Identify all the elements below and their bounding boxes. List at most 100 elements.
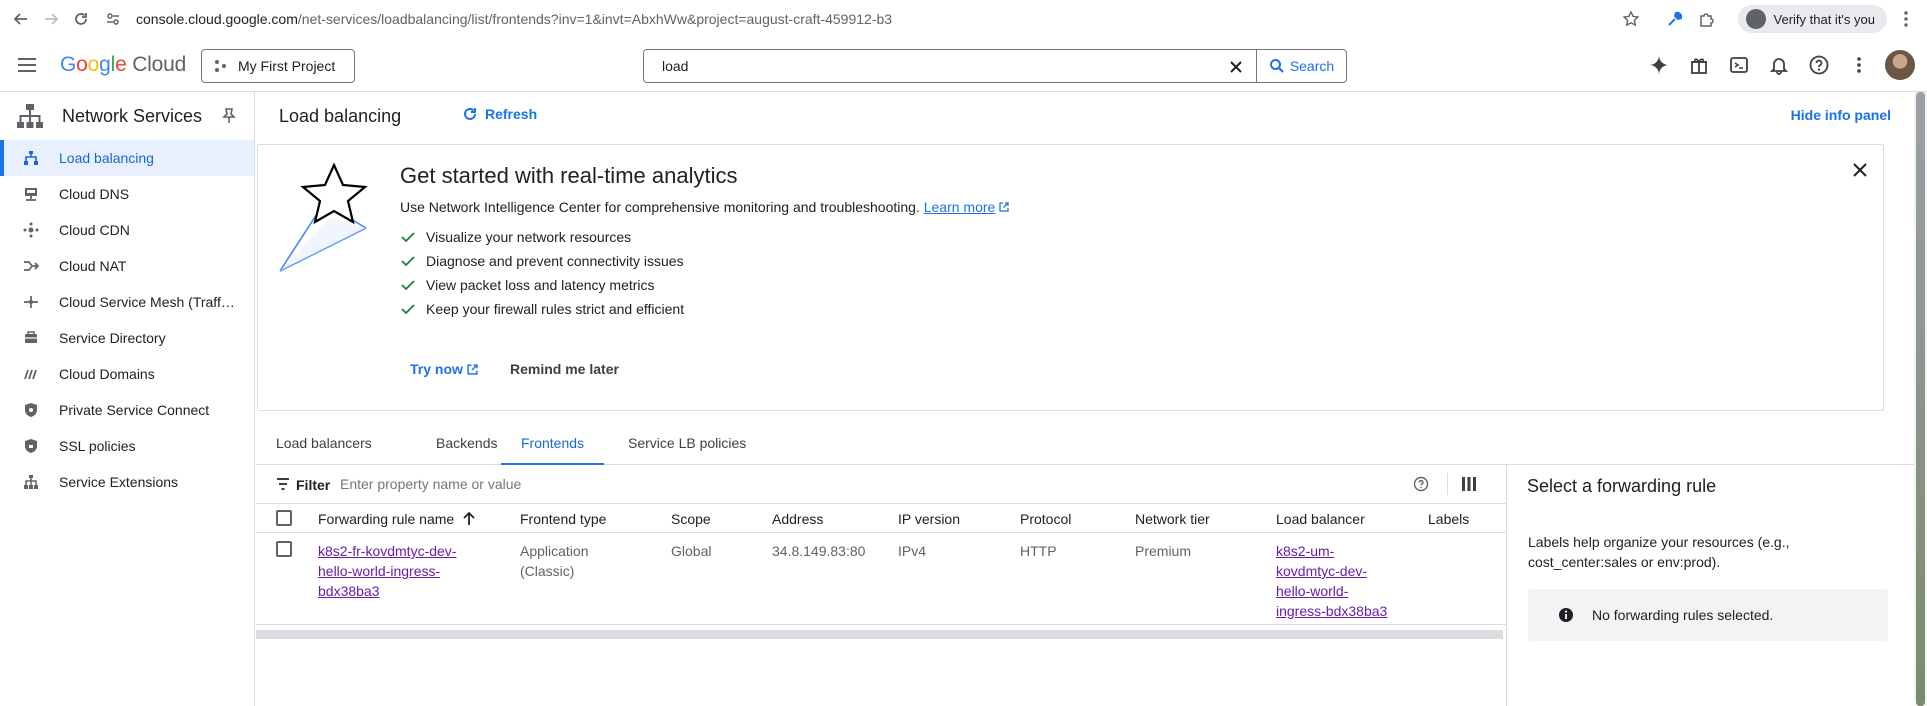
column-display-icon[interactable]: [1462, 476, 1476, 492]
more-vert-icon[interactable]: [1839, 45, 1879, 85]
gemini-sparkle-icon[interactable]: [1639, 45, 1679, 85]
column-header-scope[interactable]: Scope: [671, 511, 711, 527]
column-header-protocol[interactable]: Protocol: [1020, 511, 1071, 527]
load-balancer-link[interactable]: k8s2-um-kovdmtyc-dev-hello-world-ingress…: [1276, 543, 1387, 619]
sidebar-header: Network Services: [0, 92, 254, 140]
tab-load-balancers[interactable]: Load balancers: [256, 422, 392, 465]
hide-info-panel-button[interactable]: Hide info panel: [1791, 107, 1891, 123]
horizontal-scrollbar[interactable]: [256, 630, 1503, 639]
profile-avatar-icon: [1745, 9, 1766, 29]
sidebar-item-cloud-nat[interactable]: Cloud NAT: [0, 248, 254, 284]
profile-verify-chip[interactable]: Verify that it's you: [1737, 5, 1887, 33]
link-line: ingress-bdx38ba3: [1276, 603, 1388, 619]
sidebar-item-service-directory[interactable]: Service Directory: [0, 320, 254, 356]
bookmark-star-icon[interactable]: [1618, 6, 1644, 32]
sidebar-item-service-extensions[interactable]: Service Extensions: [0, 464, 254, 500]
search-button[interactable]: Search: [1256, 49, 1347, 83]
sidebar-item-cloud-dns[interactable]: Cloud DNS: [0, 176, 254, 212]
clear-search-icon[interactable]: [1226, 57, 1246, 77]
filter-input[interactable]: [340, 476, 740, 492]
sidebar: Network Services Load balancing Cloud DN…: [0, 92, 255, 706]
learn-more-link[interactable]: Learn more: [924, 199, 996, 215]
network-services-icon: [17, 104, 43, 128]
sidebar-item-ssl-policies[interactable]: SSL policies: [0, 428, 254, 464]
directory-icon: [25, 331, 37, 343]
browser-toolbar: console.cloud.google.com/net-services/lo…: [0, 0, 1927, 38]
sidebar-item-cloud-cdn[interactable]: Cloud CDN: [0, 212, 254, 248]
back-icon[interactable]: [8, 6, 34, 32]
sidebar-item-cloud-domains[interactable]: Cloud Domains: [0, 356, 254, 392]
empty-selection-notice: No forwarding rules selected.: [1528, 589, 1888, 641]
learn-more-label: Learn more: [923, 199, 996, 215]
google-cloud-logo[interactable]: Google Cloud: [60, 53, 186, 77]
search-input[interactable]: [662, 58, 1182, 74]
column-header-address[interactable]: Address: [772, 511, 823, 527]
info-panel-title: Select a forwarding rule: [1527, 476, 1717, 496]
extension-tool-icon[interactable]: [1662, 6, 1688, 32]
tab-service-lb-policies[interactable]: Service LB policies: [608, 422, 766, 465]
gift-icon[interactable]: [1679, 45, 1719, 85]
checklist-item-text: Diagnose and prevent connectivity issues: [426, 253, 684, 269]
sidebar-item-cloud-service-mesh[interactable]: Cloud Service Mesh (Traff…: [0, 284, 254, 320]
forwarding-rule-link[interactable]: k8s2-fr-kovdmtyc-dev-hello-world-ingress…: [318, 543, 456, 599]
sidebar-item-label: Cloud DNS: [59, 186, 130, 202]
menu-icon[interactable]: [14, 52, 40, 78]
site-info-icon[interactable]: [100, 6, 126, 32]
forwarding-rules-table: Forwarding rule name Frontend type Scope…: [256, 504, 1506, 625]
extensions-icon: [24, 475, 38, 489]
project-selector-button[interactable]: My First Project: [201, 49, 355, 83]
console-header: Google Cloud My First Project Search: [0, 38, 1927, 92]
column-header-network-tier[interactable]: Network tier: [1135, 511, 1210, 527]
filter-icon: [277, 478, 289, 490]
scrollbar-thumb[interactable]: [1916, 92, 1925, 706]
notifications-bell-icon[interactable]: [1759, 45, 1799, 85]
cloud-shell-icon[interactable]: [1719, 45, 1759, 85]
remind-me-later-button[interactable]: Remind me later: [510, 361, 619, 377]
external-link-icon: [467, 363, 478, 375]
divider: [1447, 473, 1448, 495]
private-connect-icon: [25, 403, 37, 417]
link-line: hello-world-ingress-: [318, 563, 441, 579]
tab-frontends[interactable]: Frontends: [501, 422, 605, 465]
help-icon[interactable]: [1799, 45, 1839, 85]
pin-icon[interactable]: [220, 107, 238, 125]
close-icon[interactable]: [1851, 161, 1869, 179]
column-header-forwarding-rule-name[interactable]: Forwarding rule name: [318, 511, 476, 527]
reload-icon[interactable]: [68, 6, 94, 32]
column-header-label: Forwarding rule name: [318, 511, 455, 527]
cell-line: Application: [520, 543, 589, 559]
check-icon: [401, 304, 415, 315]
try-now-button[interactable]: Try now: [410, 361, 478, 377]
sidebar-item-label: Service Directory: [59, 330, 166, 346]
extensions-puzzle-icon[interactable]: [1694, 6, 1720, 32]
sidebar-item-private-service-connect[interactable]: Private Service Connect: [0, 392, 254, 428]
checklist-item: View packet loss and latency metrics: [400, 273, 684, 297]
info-icon: [1559, 608, 1573, 622]
column-header-frontend-type[interactable]: Frontend type: [520, 511, 606, 527]
dns-icon: [25, 188, 37, 201]
page-scrollbar[interactable]: [1914, 92, 1927, 706]
sidebar-item-label: Cloud NAT: [59, 258, 127, 274]
account-avatar[interactable]: [1885, 50, 1915, 80]
column-header-ip-version[interactable]: IP version: [898, 511, 960, 527]
sidebar-item-label: Cloud Service Mesh (Traff…: [59, 294, 235, 310]
checklist-item-text: View packet loss and latency metrics: [426, 277, 655, 293]
checklist-item: Visualize your network resources: [400, 225, 684, 249]
help-icon[interactable]: [1413, 476, 1429, 492]
check-icon: [401, 232, 415, 243]
search-icon: [1269, 59, 1284, 73]
table-header: Forwarding rule name Frontend type Scope…: [256, 504, 1506, 533]
search-box[interactable]: [643, 49, 1257, 83]
browser-menu-icon[interactable]: [1893, 6, 1919, 32]
nat-icon: [24, 261, 39, 271]
column-header-load-balancer[interactable]: Load balancer: [1276, 511, 1365, 527]
forward-icon[interactable]: [38, 6, 64, 32]
sidebar-item-load-balancing[interactable]: Load balancing: [0, 140, 254, 176]
logo-cloud-text: Cloud: [132, 53, 187, 76]
address-bar[interactable]: console.cloud.google.com/net-services/lo…: [136, 11, 892, 27]
column-header-labels[interactable]: Labels: [1428, 511, 1469, 527]
refresh-button[interactable]: Refresh: [461, 105, 537, 123]
row-checkbox[interactable]: [276, 541, 292, 557]
select-all-checkbox[interactable]: [276, 510, 292, 526]
promo-description-text: Use Network Intelligence Center for comp…: [400, 199, 920, 215]
